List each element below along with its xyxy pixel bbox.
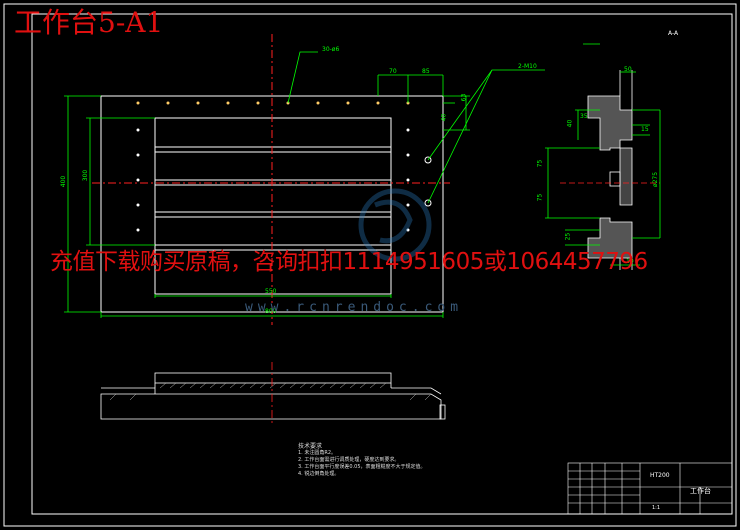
title-block-name: 工作台 bbox=[690, 487, 711, 495]
title-block-material: HT200 bbox=[650, 472, 670, 479]
section-label: A-A bbox=[668, 30, 679, 37]
notes-heading: 技术要求 bbox=[298, 443, 323, 450]
notes-line-1: 1. 未注圆角R2。 bbox=[298, 450, 337, 456]
drawing-title: 工作台5-A1 bbox=[14, 6, 164, 39]
watermark-url: www.rcnrendoc.com bbox=[245, 300, 464, 315]
watermark-text: 充值下载购买原稿，咨询扣扣1114951605或1064457796 bbox=[50, 249, 648, 275]
hole-row-top bbox=[136, 101, 410, 105]
notes-line-2: 2. 工作台面需进行调质处理，硬度达到要求。 bbox=[298, 457, 400, 463]
notes-line-4: 4. 锐边倒角处理。 bbox=[298, 471, 340, 477]
notes-line-3: 3. 工作台面平行度误差0.05，表面粗糙度不大于规定值。 bbox=[298, 464, 426, 470]
title-block-scale: 1:1 bbox=[652, 505, 661, 511]
section-view bbox=[560, 70, 660, 270]
technical-notes: 技术要求 1. 未注圆角R2。 2. 工作台面需进行调质处理，硬度达到要求。 3… bbox=[298, 443, 426, 478]
front-view-hatch bbox=[109, 382, 432, 401]
front-view bbox=[100, 372, 446, 420]
